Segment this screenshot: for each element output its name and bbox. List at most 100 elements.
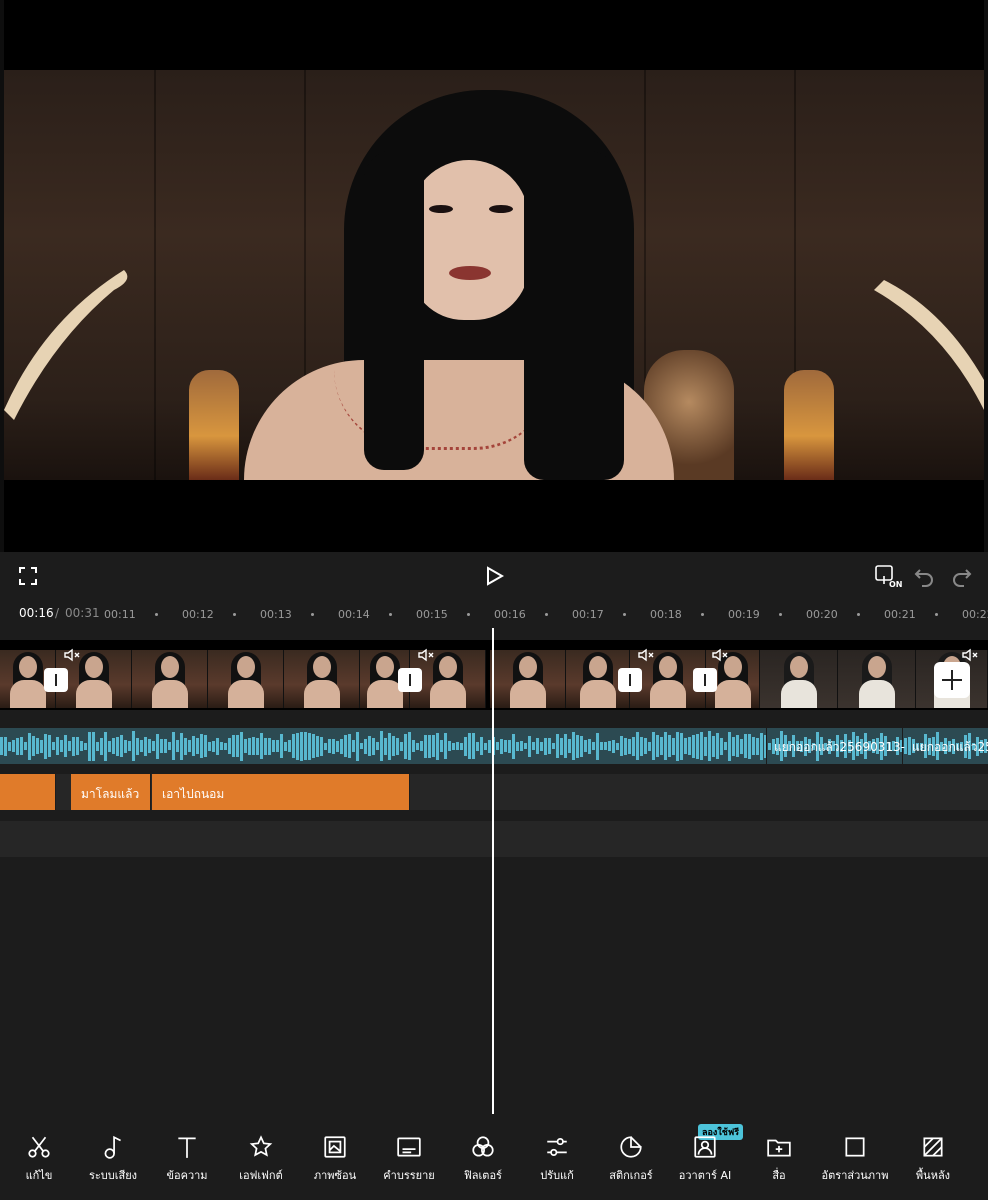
mute-icon[interactable] [64, 648, 80, 662]
aspect-ratio-icon [845, 1137, 865, 1157]
waveform-bar [80, 741, 83, 751]
fullscreen-icon[interactable] [16, 564, 40, 588]
tool-audio[interactable]: ระบบเสียง [74, 1134, 152, 1194]
waveform-bar [172, 732, 175, 760]
undo-icon[interactable] [912, 564, 936, 588]
waveform-bar [220, 742, 223, 750]
preview-toggle-label: ON [889, 580, 903, 589]
transition-marker[interactable] [44, 668, 68, 692]
audio-track[interactable]: แยกออกแล้ว25690313- แยกออกแล้ว25 [0, 728, 988, 764]
waveform-bar [108, 740, 111, 752]
effects-star-icon [249, 1135, 273, 1157]
mute-icon[interactable] [712, 648, 728, 662]
waveform-bar [292, 734, 295, 758]
waveform-bar [628, 738, 631, 754]
waveform-bar [212, 740, 215, 752]
waveform-bar [528, 735, 531, 757]
ai-avatar-icon [694, 1136, 716, 1158]
ruler-label: 00:21 [884, 608, 916, 621]
mute-icon[interactable] [638, 648, 654, 662]
waveform-bar [12, 740, 15, 752]
redo-icon[interactable] [950, 564, 974, 588]
waveform-bar [908, 737, 911, 755]
video-preview-area [0, 0, 988, 552]
left-eye [429, 205, 453, 213]
waveform-bar [328, 739, 331, 753]
waveform-bar [416, 742, 419, 750]
mute-icon[interactable] [418, 648, 434, 662]
tool-sticker[interactable]: สติกเกอร์ [592, 1134, 670, 1194]
waveform-bar [636, 732, 639, 760]
waveform-bar [324, 742, 327, 750]
waveform-bar [332, 738, 335, 754]
transition-marker[interactable] [618, 668, 642, 692]
tool-filter[interactable]: ฟิลเตอร์ [444, 1134, 522, 1194]
tool-adjust[interactable]: ปรับแก้ [518, 1134, 596, 1194]
video-thumbnail[interactable] [132, 650, 208, 708]
ruler-label: 00:14 [338, 608, 370, 621]
waveform-bar [576, 734, 579, 758]
waveform-bar [700, 732, 703, 760]
mute-icon[interactable] [962, 648, 978, 662]
text-clip[interactable]: มาโลมแล้ว [71, 774, 151, 810]
transition-marker[interactable] [693, 668, 717, 692]
video-track[interactable] [0, 640, 988, 710]
tool-edit[interactable]: แก้ไข [0, 1134, 78, 1194]
waveform-bar [120, 735, 123, 757]
tool-aspect-ratio[interactable]: อัตราส่วนภาพ [816, 1134, 894, 1194]
waveform-bar [28, 732, 31, 760]
hair-front-right [524, 150, 624, 480]
waveform-bar [520, 741, 523, 751]
waveform-bar [616, 742, 619, 750]
waveform-bar [156, 733, 159, 759]
right-eye [489, 205, 513, 213]
text-icon [178, 1137, 196, 1158]
waveform-bar [316, 735, 319, 757]
transition-marker[interactable] [398, 668, 422, 692]
text-clip[interactable]: เอาไปถนอม [152, 774, 410, 810]
video-thumbnail[interactable] [208, 650, 284, 708]
play-icon[interactable] [482, 564, 506, 588]
tool-media[interactable]: สื่อ [740, 1134, 818, 1194]
waveform-bar [760, 732, 763, 760]
ruler-label: 00:12 [182, 608, 214, 621]
waveform-bar [716, 733, 719, 759]
waveform-bar [44, 733, 47, 759]
add-clip-button[interactable] [934, 662, 970, 698]
playhead[interactable] [492, 628, 494, 1114]
audio-clip-label: แยกออกแล้ว25 [912, 740, 988, 754]
text-track[interactable]: มาโลมแล้ว เอาไปถนอม [0, 774, 988, 810]
waveform-bar [280, 734, 283, 758]
tool-background[interactable]: พื้นหลัง [894, 1134, 972, 1194]
waveform-bar [96, 741, 99, 751]
waveform-bar [688, 737, 691, 755]
video-frame[interactable] [4, 70, 984, 480]
waveform-bar [472, 733, 475, 759]
waveform-bar [384, 737, 387, 755]
waveform-bar [288, 740, 291, 752]
ruler-label: 00:22 [962, 608, 988, 621]
waveform-bar [224, 742, 227, 750]
waveform-bar [516, 741, 519, 751]
video-thumbnail[interactable] [490, 650, 566, 708]
media-folder-icon [767, 1139, 791, 1157]
text-clip[interactable] [0, 774, 56, 810]
tool-captions[interactable]: คำบรรยาย [370, 1134, 448, 1194]
tool-overlay[interactable]: ภาพซ้อน [296, 1134, 374, 1194]
empty-track[interactable] [0, 821, 988, 857]
waveform-bar [164, 739, 167, 753]
tool-text[interactable]: ข้อความ [148, 1134, 226, 1194]
ruler-label: 00:20 [806, 608, 838, 621]
waveform-bar [272, 740, 275, 752]
waveform-bar [748, 733, 751, 759]
video-thumbnail[interactable] [838, 650, 916, 708]
video-thumbnail[interactable] [284, 650, 360, 708]
time-ruler[interactable]: 00:16 / 00:31 00:11 00:12 00:13 00:14 00… [0, 600, 988, 628]
ruler-label: 00:17 [572, 608, 604, 621]
waveform-bar [568, 739, 571, 753]
scissors-icon [28, 1136, 50, 1158]
tool-effects[interactable]: เอฟเฟกต์ [222, 1134, 300, 1194]
video-thumbnail[interactable] [760, 650, 838, 708]
waveform-bar [236, 735, 239, 757]
tool-ai-avatar[interactable]: อวาตาร์ AI [666, 1134, 744, 1194]
